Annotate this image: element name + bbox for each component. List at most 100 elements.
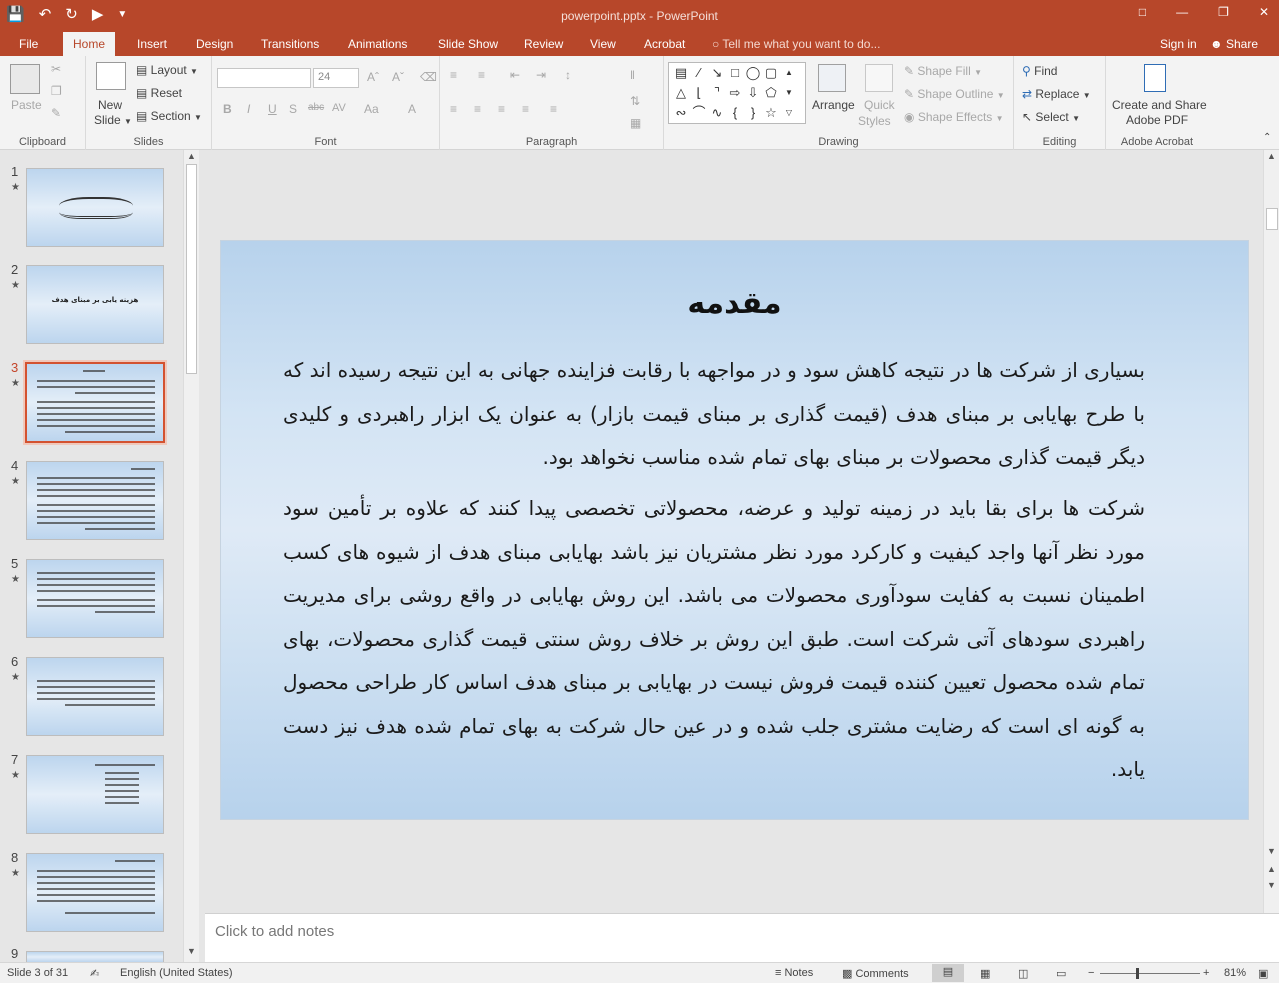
strikethrough-button[interactable]: abc bbox=[308, 102, 324, 113]
right-arrow-shape-icon[interactable]: ⇨ bbox=[726, 83, 744, 103]
tab-design[interactable]: Design bbox=[186, 32, 243, 56]
triangle-shape-icon[interactable]: △ bbox=[672, 83, 690, 103]
layout-button[interactable]: ▤ Layout ▼ bbox=[136, 63, 198, 77]
curve-shape-icon[interactable]: ∾ bbox=[672, 103, 690, 123]
section-button[interactable]: ▤ Section ▼ bbox=[136, 109, 202, 123]
rectangle-shape-icon[interactable]: □ bbox=[726, 63, 744, 83]
tab-review[interactable]: Review bbox=[514, 32, 573, 56]
find-button[interactable]: ⚲ Find bbox=[1022, 64, 1057, 78]
scroll-up-icon[interactable]: ▲ bbox=[1267, 151, 1276, 161]
align-left-icon[interactable]: ≡ bbox=[450, 102, 457, 116]
thumbnail-scroll-thumb[interactable] bbox=[186, 164, 197, 374]
zoom-out-button[interactable]: − bbox=[1088, 967, 1094, 979]
notes-placeholder[interactable]: Click to add notes bbox=[215, 923, 334, 940]
arrow-line-shape-icon[interactable]: ↘ bbox=[708, 63, 726, 83]
previous-slide-icon[interactable]: ▲ bbox=[1267, 864, 1276, 874]
slide-title[interactable]: مقدمه bbox=[221, 286, 1248, 321]
notes-toggle[interactable]: ≡ Notes bbox=[775, 967, 813, 979]
copy-icon[interactable]: ❐ bbox=[51, 84, 62, 98]
left-brace-shape-icon[interactable]: { bbox=[726, 103, 744, 123]
new-slide-label[interactable]: New bbox=[98, 98, 122, 112]
maximize-icon[interactable]: ❐ bbox=[1218, 5, 1229, 19]
align-right-icon[interactable]: ≡ bbox=[498, 102, 505, 116]
new-slide-label-2[interactable]: Slide ▼ bbox=[94, 113, 132, 127]
sign-in-link[interactable]: Sign in bbox=[1160, 32, 1197, 56]
ribbon-display-icon[interactable]: □ bbox=[1139, 5, 1146, 19]
slide-thumbnail-5[interactable] bbox=[26, 559, 164, 638]
numbering-icon[interactable]: ≡ bbox=[478, 68, 485, 82]
slide-paragraph-1[interactable]: بسیاری از شرکت ها در نتیجه کاهش سود و در… bbox=[283, 349, 1145, 480]
textbox-shape-icon[interactable]: ▤ bbox=[672, 63, 690, 83]
quick-styles-label[interactable]: Quick bbox=[864, 98, 895, 112]
slide-thumbnail-7[interactable] bbox=[26, 755, 164, 834]
gallery-down-icon[interactable]: ▼ bbox=[780, 83, 798, 103]
font-size-combo[interactable]: 24 bbox=[313, 68, 359, 88]
clear-formatting-icon[interactable]: ⌫ bbox=[420, 70, 437, 84]
right-brace-shape-icon[interactable]: } bbox=[744, 103, 762, 123]
collapse-ribbon-icon[interactable]: ⌃ bbox=[1263, 132, 1271, 143]
arc-shape-icon[interactable]: ⌒ bbox=[690, 103, 708, 123]
new-slide-icon[interactable] bbox=[96, 62, 126, 90]
shrink-font-icon[interactable]: Aˇ bbox=[392, 70, 404, 84]
increase-indent-icon[interactable]: ⇥ bbox=[536, 68, 546, 82]
font-color-button[interactable]: A bbox=[408, 102, 416, 116]
arrange-button[interactable]: Arrange bbox=[812, 98, 855, 112]
arrange-icon[interactable] bbox=[818, 64, 846, 92]
slide-thumbnail-8[interactable] bbox=[26, 853, 164, 932]
normal-view-icon[interactable]: ▤ bbox=[932, 964, 964, 982]
slide-thumbnail-6[interactable] bbox=[26, 657, 164, 736]
slide-paragraph-2[interactable]: شرکت ها برای بقا باید در زمینه تولید و ع… bbox=[283, 487, 1145, 792]
gallery-up-icon[interactable]: ▲ bbox=[780, 63, 798, 83]
create-share-pdf-label[interactable]: Create and Share bbox=[1112, 98, 1207, 112]
replace-button[interactable]: ⇄ Replace ▼ bbox=[1022, 87, 1091, 101]
comments-toggle[interactable]: ▩ Comments bbox=[842, 967, 909, 980]
distributed-icon[interactable]: ≡ bbox=[550, 102, 557, 116]
freeform-shape-icon[interactable]: ∿ bbox=[708, 103, 726, 123]
connector-shape-icon[interactable]: ⌊ bbox=[690, 83, 708, 103]
scroll-down-icon[interactable]: ▼ bbox=[187, 946, 196, 956]
slide-thumbnail-1[interactable] bbox=[26, 168, 164, 247]
bullets-icon[interactable]: ≡ bbox=[450, 68, 457, 82]
tab-slide-show[interactable]: Slide Show bbox=[428, 32, 508, 56]
tab-insert[interactable]: Insert bbox=[127, 32, 177, 56]
shape-fill-button[interactable]: ✎ Shape Fill ▼ bbox=[904, 64, 982, 78]
align-center-icon[interactable]: ≡ bbox=[474, 102, 481, 116]
justify-icon[interactable]: ≡ bbox=[522, 102, 529, 116]
grow-font-icon[interactable]: Aˆ bbox=[367, 70, 379, 84]
zoom-slider-track[interactable] bbox=[1100, 973, 1200, 974]
tab-file[interactable]: File bbox=[9, 32, 48, 56]
cut-icon[interactable]: ✂ bbox=[51, 62, 61, 76]
slide-thumbnail-3[interactable] bbox=[23, 360, 167, 445]
gallery-more-icon[interactable]: ▽ bbox=[780, 103, 798, 123]
minimize-icon[interactable]: — bbox=[1176, 5, 1188, 19]
underline-button[interactable]: U bbox=[268, 102, 277, 116]
down-arrow-shape-icon[interactable]: ⇩ bbox=[744, 83, 762, 103]
scroll-up-icon[interactable]: ▲ bbox=[187, 151, 196, 161]
italic-button[interactable]: I bbox=[247, 102, 250, 116]
elbow-shape-icon[interactable]: ⌝ bbox=[708, 83, 726, 103]
tell-me-box[interactable]: ○ Tell me what you want to do... bbox=[712, 32, 880, 56]
zoom-in-button[interactable]: + bbox=[1203, 967, 1209, 979]
share-button[interactable]: ☻ Share bbox=[1210, 32, 1258, 56]
character-spacing-button[interactable]: AV bbox=[332, 102, 346, 114]
text-direction-icon[interactable]: ⇅ bbox=[630, 94, 640, 108]
text-shadow-button[interactable]: S bbox=[289, 102, 297, 116]
slide-counter[interactable]: Slide 3 of 31 bbox=[7, 967, 68, 979]
reset-button[interactable]: ▤ Reset bbox=[136, 86, 182, 100]
font-name-combo[interactable] bbox=[217, 68, 311, 88]
rounded-rect-shape-icon[interactable]: ▢ bbox=[762, 63, 780, 83]
tab-home[interactable]: Home bbox=[63, 32, 116, 56]
star-shape-icon[interactable]: ☆ bbox=[762, 103, 780, 123]
tab-acrobat[interactable]: Acrobat bbox=[634, 32, 695, 56]
tab-animations[interactable]: Animations bbox=[338, 32, 417, 56]
fit-slide-icon[interactable]: ▣ bbox=[1258, 967, 1268, 980]
slide-thumbnail-2[interactable]: هزینه یابی بر مبنای هدف bbox=[26, 265, 164, 344]
quick-styles-label-2[interactable]: Styles bbox=[858, 114, 891, 128]
tab-transitions[interactable]: Transitions bbox=[251, 32, 329, 56]
close-icon[interactable]: ✕ bbox=[1259, 5, 1269, 19]
quick-styles-icon[interactable] bbox=[865, 64, 893, 92]
shape-outline-button[interactable]: ✎ Shape Outline ▼ bbox=[904, 87, 1005, 101]
oval-shape-icon[interactable]: ◯ bbox=[744, 63, 762, 83]
notes-pane[interactable]: Click to add notes bbox=[205, 913, 1279, 962]
create-pdf-icon[interactable] bbox=[1144, 64, 1166, 92]
